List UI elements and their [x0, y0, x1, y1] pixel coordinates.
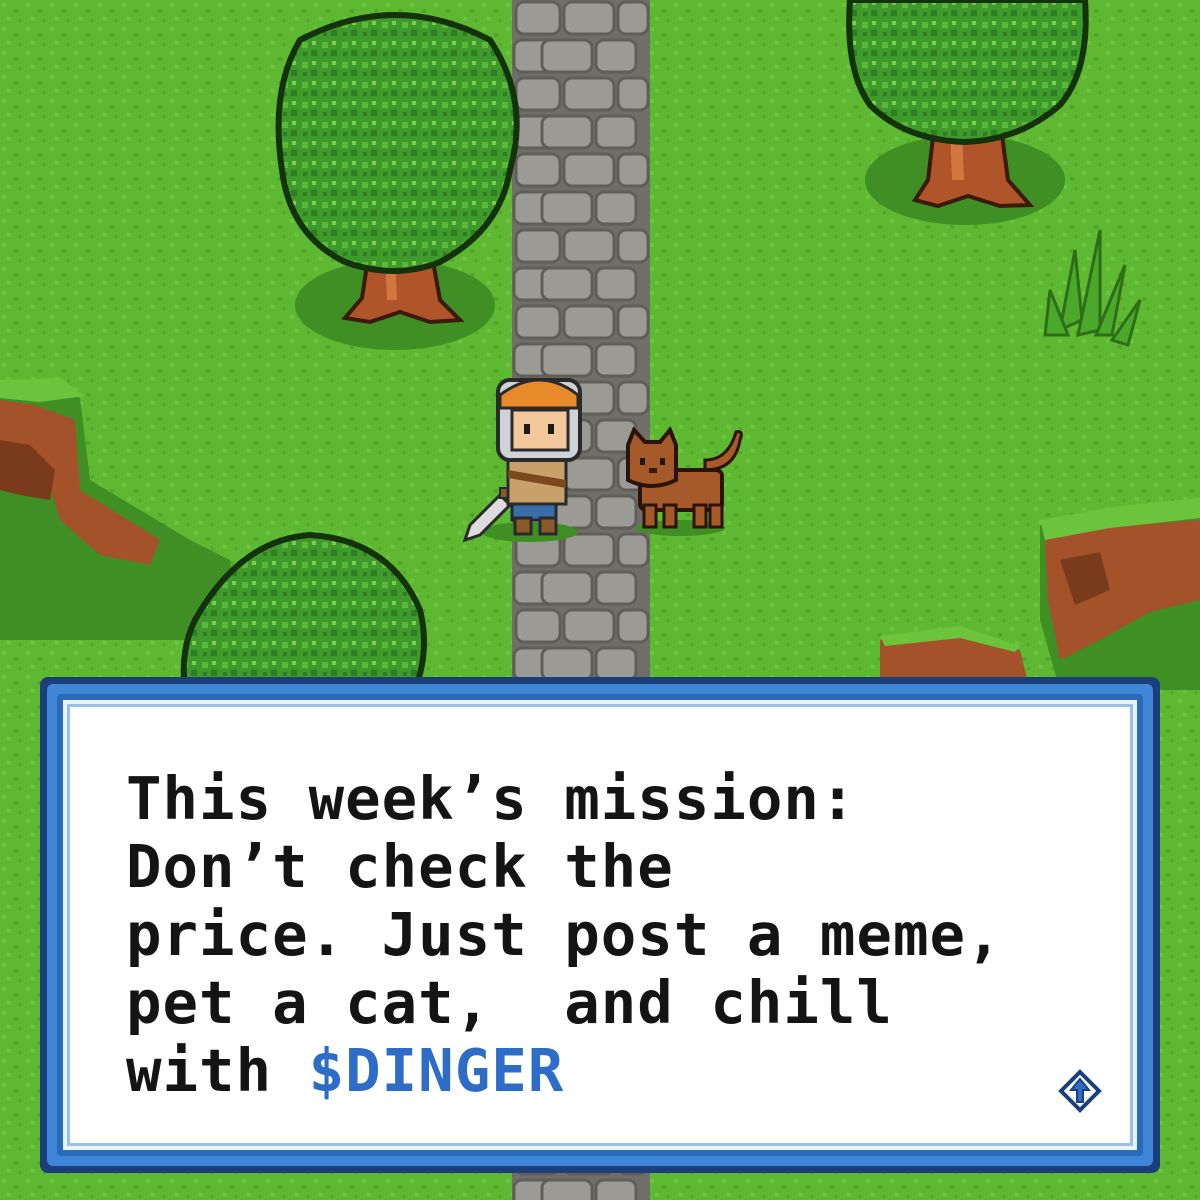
path-stone	[616, 76, 650, 112]
dialog-line-3: price. Just post a meme,	[126, 900, 1003, 969]
path-stone	[562, 76, 616, 112]
dialog-line-4: pet a cat, and chill	[126, 968, 893, 1037]
token-ticker: $DINGER	[308, 1036, 565, 1105]
path-stone	[562, 608, 616, 644]
path-stone	[562, 304, 616, 340]
path-stone	[540, 38, 594, 74]
path-stone	[594, 114, 638, 150]
path-stone	[594, 266, 638, 302]
path-stone	[594, 570, 638, 606]
path-stone	[562, 152, 616, 188]
oak-tree-top-left	[275, 12, 520, 350]
dialog-line-5-prefix: with	[126, 1036, 309, 1105]
path-stone	[514, 76, 562, 112]
path-stone	[562, 456, 616, 492]
advance-arrow-icon[interactable]	[1058, 1069, 1102, 1113]
dialog-message: This week’s mission: Don’t check the pri…	[126, 765, 1074, 1105]
dialog-box[interactable]: This week’s mission: Don’t check the pri…	[40, 677, 1160, 1173]
path-stone	[540, 342, 594, 378]
path-stone	[616, 304, 650, 340]
dialog-line-2: Don’t check the	[126, 832, 674, 901]
dialog-outer-frame: This week’s mission: Don’t check the pri…	[47, 684, 1153, 1166]
path-stone	[540, 190, 594, 226]
path-stone	[562, 228, 616, 264]
path-stone	[514, 152, 562, 188]
path-stone	[616, 380, 650, 416]
path-stone	[616, 608, 650, 644]
path-stone	[514, 304, 562, 340]
path-stone	[616, 532, 650, 568]
dialog-inner-frame: This week’s mission: Don’t check the pri…	[57, 694, 1143, 1156]
path-stone	[540, 266, 594, 302]
path-stone	[540, 646, 594, 682]
path-stone	[562, 532, 616, 568]
path-stone	[616, 228, 650, 264]
path-stone	[594, 190, 638, 226]
path-stone	[594, 1178, 638, 1200]
path-stone	[594, 38, 638, 74]
path-stone	[540, 570, 594, 606]
path-stone	[514, 0, 562, 36]
dialog-line-5: with $DINGER	[126, 1037, 1074, 1105]
path-stone	[594, 342, 638, 378]
path-stone	[540, 114, 594, 150]
path-stone	[514, 228, 562, 264]
path-stone	[616, 0, 650, 36]
oak-tree-top-right	[846, 0, 1089, 225]
path-stone	[594, 494, 638, 530]
path-stone	[514, 608, 562, 644]
path-stone	[540, 1178, 594, 1200]
dialog-line-1: This week’s mission:	[126, 764, 857, 833]
path-stone	[562, 0, 616, 36]
path-stone	[594, 646, 638, 682]
path-stone	[616, 152, 650, 188]
dialog-panel: This week’s mission: Don’t check the pri…	[67, 704, 1133, 1146]
